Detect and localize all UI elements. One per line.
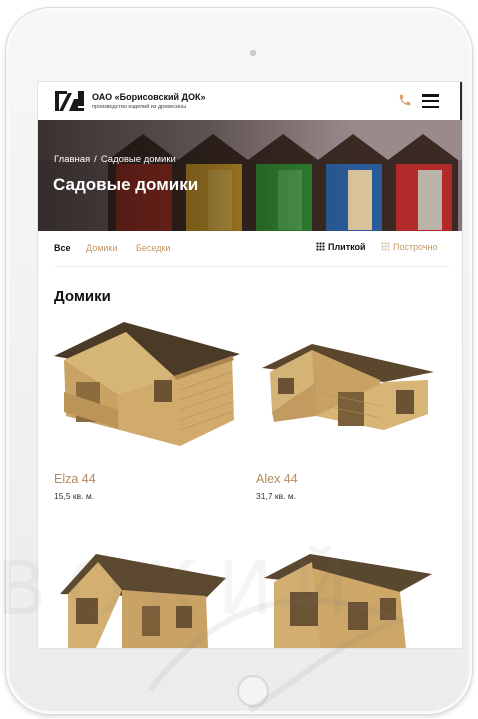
watermark: ВОКИЙ	[0, 546, 369, 632]
header-edge	[460, 82, 462, 120]
site-header: ОАО «Борисовский ДОК» производство издел…	[38, 82, 462, 120]
filter-tab-all[interactable]: Все	[54, 243, 71, 253]
breadcrumb: Главная / Садовые домики	[54, 154, 176, 165]
logo-icon[interactable]	[54, 90, 85, 112]
camera-dot	[250, 50, 256, 56]
hero-banner: Главная / Садовые домики Садовые домики	[38, 120, 462, 231]
company-name: ОАО «Борисовский ДОК»	[92, 92, 206, 102]
list-view-toggle[interactable]: Построчно	[381, 242, 438, 252]
product-name[interactable]: Elza 44	[54, 472, 96, 486]
grid-view-label: Плиткой	[328, 242, 366, 252]
list-view-label: Построчно	[393, 242, 438, 252]
breadcrumb-home[interactable]: Главная	[54, 154, 90, 165]
filter-bar: Все Домики Беседки Плиткой Построчно	[38, 231, 462, 267]
breadcrumb-current: Садовые домики	[100, 154, 176, 165]
grid-view-toggle[interactable]: Плиткой	[316, 242, 366, 252]
product-card[interactable]: Alex 44 31,7 кв. м.	[256, 320, 436, 501]
section-title: Домики	[54, 288, 111, 305]
page-title: Садовые домики	[53, 175, 199, 194]
list-view-icon	[381, 242, 390, 251]
product-image[interactable]	[54, 320, 242, 460]
filter-tab-gazebos[interactable]: Беседки	[136, 243, 170, 253]
filter-tab-houses[interactable]: Домики	[86, 243, 117, 253]
phone-icon[interactable]	[398, 93, 412, 107]
product-name[interactable]: Alex 44	[256, 472, 298, 486]
home-button[interactable]	[237, 675, 269, 707]
product-image[interactable]	[256, 320, 436, 460]
menu-icon[interactable]	[422, 94, 439, 109]
product-area: 31,7 кв. м.	[256, 491, 297, 501]
company-tagline: производство изделий из древесины	[92, 104, 187, 110]
product-area: 15,5 кв. м.	[54, 491, 95, 501]
divider	[54, 266, 450, 267]
breadcrumb-separator: /	[94, 154, 97, 165]
product-card[interactable]: Elza 44 15,5 кв. м.	[54, 320, 242, 501]
grid-view-icon	[316, 242, 325, 251]
